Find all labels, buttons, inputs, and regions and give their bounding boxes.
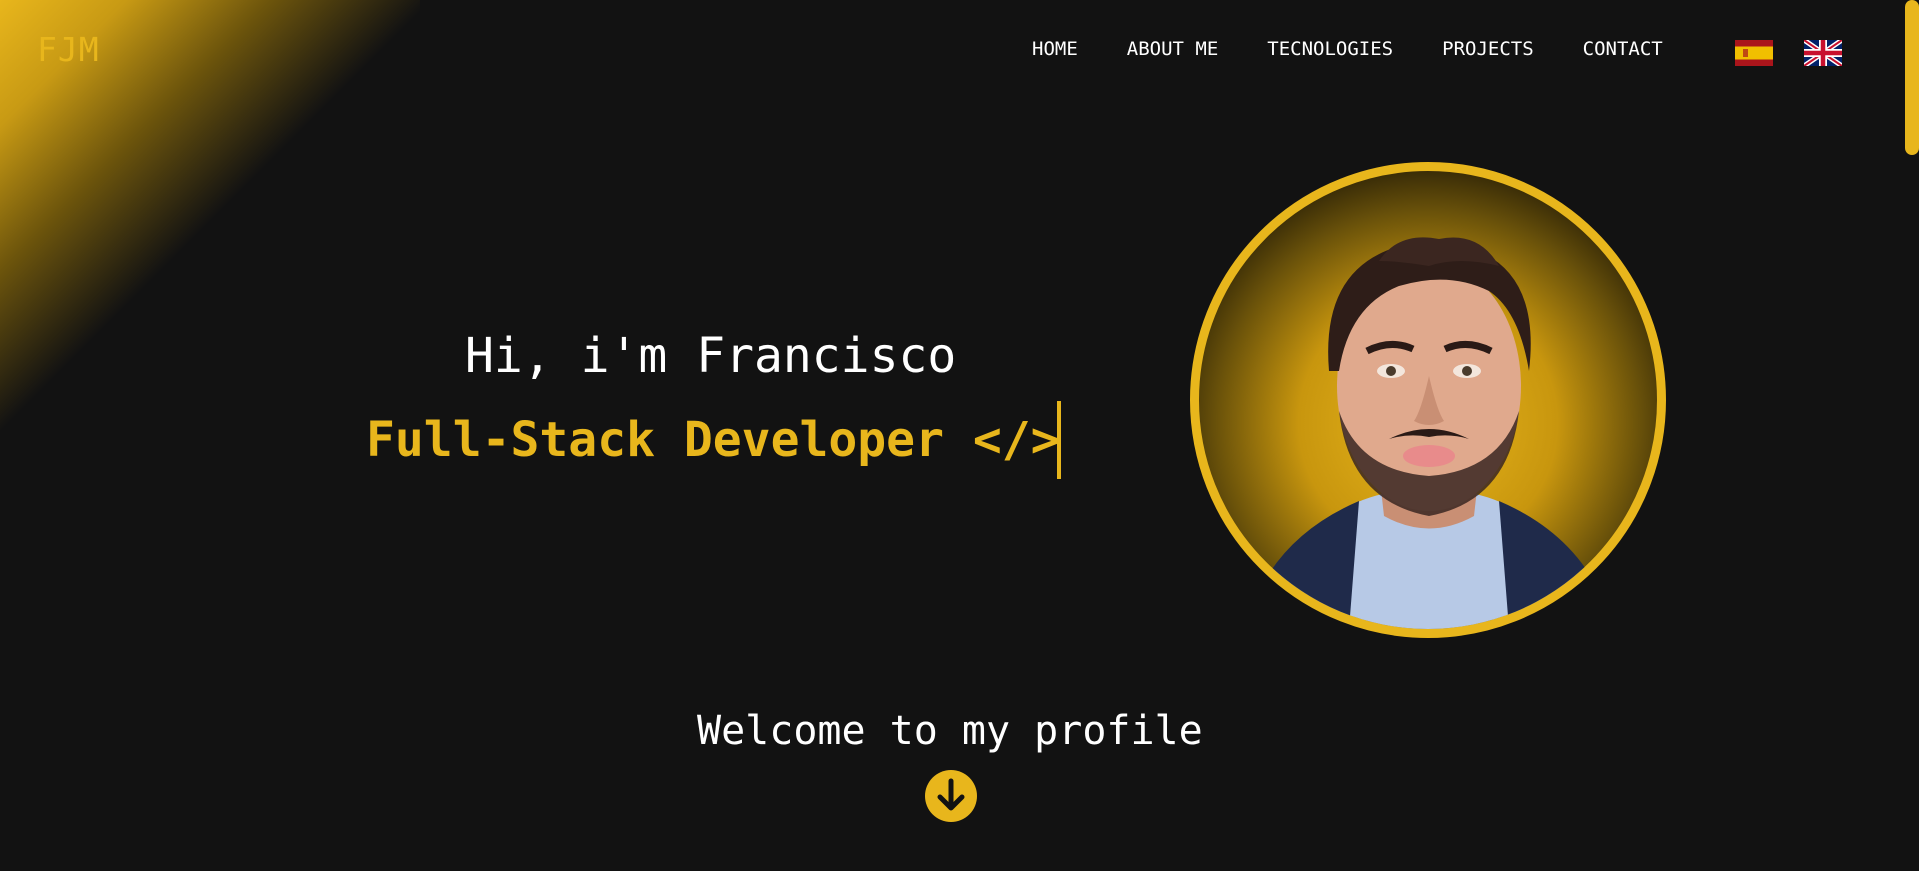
page-scrollbar[interactable]	[1905, 0, 1919, 871]
nav-item-technologies[interactable]: TECNOLOGIES	[1267, 38, 1393, 60]
hero-greeting: Hi, i'm Francisco	[465, 328, 957, 384]
hero-role: Full-Stack Developer </>	[366, 412, 1060, 468]
spain-flag-icon[interactable]	[1735, 40, 1773, 66]
profile-portrait-illustration	[1259, 237, 1599, 629]
nav-item-projects[interactable]: PROJECTS	[1442, 38, 1534, 60]
site-logo[interactable]: FJM	[37, 30, 100, 69]
scroll-down-button[interactable]	[925, 770, 977, 822]
nav-item-home[interactable]: HOME	[1032, 38, 1078, 60]
nav-item-about-me[interactable]: ABOUT ME	[1127, 38, 1219, 60]
profile-avatar	[1190, 162, 1666, 638]
scrollbar-thumb[interactable]	[1905, 0, 1919, 155]
main-nav: HOME ABOUT ME TECNOLOGIES PROJECTS CONTA…	[1032, 38, 1712, 60]
typing-caret	[1057, 401, 1061, 479]
page: FJM HOME ABOUT ME TECNOLOGIES PROJECTS C…	[0, 0, 1919, 871]
uk-flag-icon[interactable]	[1802, 37, 1844, 69]
arrow-down-icon	[937, 778, 965, 811]
corner-gradient	[0, 0, 420, 480]
welcome-text: Welcome to my profile	[697, 708, 1203, 754]
nav-item-contact[interactable]: CONTACT	[1583, 38, 1663, 60]
